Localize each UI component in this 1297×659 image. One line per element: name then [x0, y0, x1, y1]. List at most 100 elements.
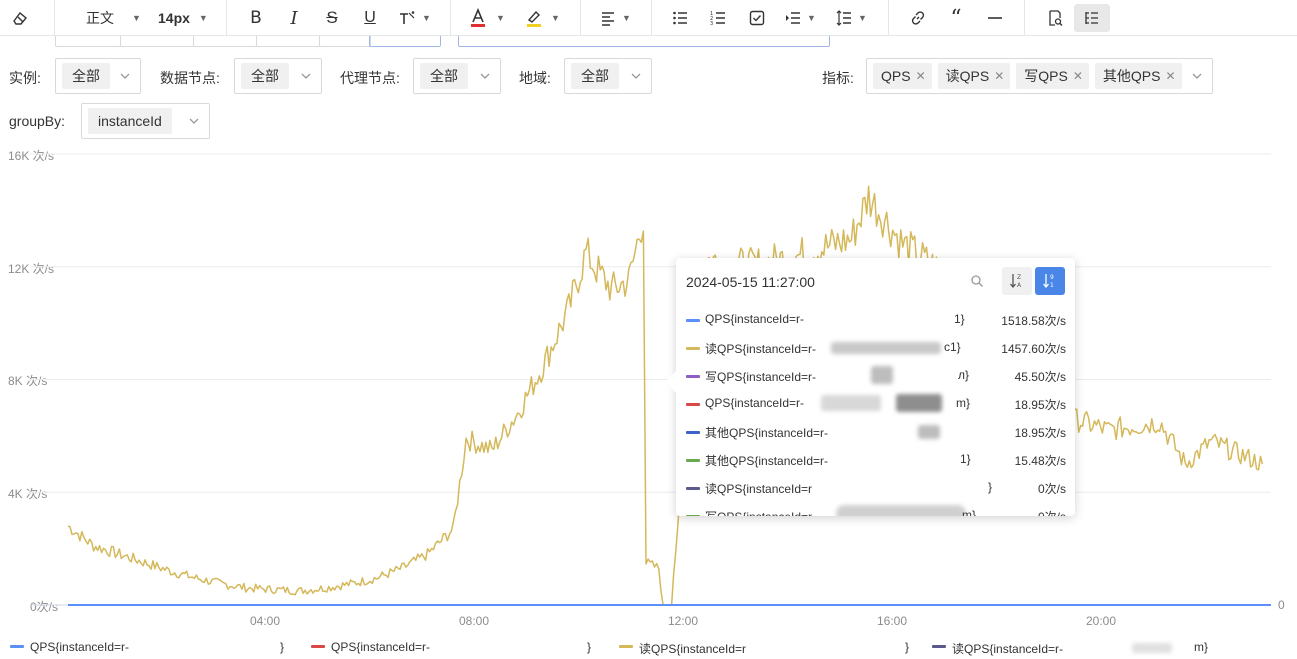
legend-label: QPS{instanceId=r-: [30, 640, 130, 654]
region-select[interactable]: 全部: [564, 58, 652, 94]
close-icon[interactable]: ✕: [916, 69, 926, 83]
series-line-0[interactable]: [67, 185, 1264, 606]
metric-tag-write-qps: 写QPS ✕: [1016, 63, 1089, 89]
link-icon[interactable]: [908, 4, 928, 32]
close-icon[interactable]: ✕: [1073, 69, 1083, 83]
legend-marker: [311, 645, 325, 648]
align-menu[interactable]: ▼: [600, 4, 631, 32]
tooltip-series-suffix: л}: [958, 368, 970, 382]
series-marker: [686, 403, 700, 406]
caret-down-icon: ▼: [198, 13, 208, 23]
tooltip-row: 读QPS{instanceId=r } 0次/s: [686, 474, 1066, 502]
legend-label: QPS{instanceId=r-: [331, 640, 431, 654]
tooltip-series-suffix: c1}: [944, 340, 961, 354]
region-select-value: 全部: [571, 63, 619, 89]
tooltip-row: 写QPS{instanceId=r- л} 45.50次/s: [686, 362, 1066, 390]
tag-label: 其他QPS: [1102, 68, 1161, 84]
sort-za-button[interactable]: ZA: [1002, 267, 1032, 295]
highlight-color-menu[interactable]: ▼: [525, 4, 560, 32]
tooltip-series-name: QPS{instanceId=r-: [705, 396, 805, 410]
metrics-multiselect[interactable]: QPS ✕ 读QPS ✕ 写QPS ✕ 其他QPS ✕: [866, 58, 1213, 94]
bullet-list-icon[interactable]: [670, 4, 690, 32]
search-icon[interactable]: [970, 274, 984, 288]
toolbar-divider: [888, 0, 889, 36]
paragraph-style-select[interactable]: 正文 ▼: [86, 4, 141, 32]
eraser-icon[interactable]: [6, 4, 34, 32]
tooltip-series-value: 1457.60次/s: [1001, 342, 1066, 356]
legend-label: 读QPS{instanceId=r: [639, 642, 747, 656]
close-icon[interactable]: ✕: [994, 69, 1004, 83]
caret-down-icon: ▼: [422, 13, 431, 23]
data-node-label: 数据节点:: [160, 70, 220, 86]
font-size-select[interactable]: 14px ▼: [158, 4, 208, 32]
group-by-select-value: instanceId: [88, 108, 172, 134]
toolbar-divider: [651, 0, 652, 36]
tooltip-series-name: QPS{instanceId=r-: [705, 312, 805, 326]
tag-label: 读QPS: [945, 68, 990, 84]
instance-select[interactable]: 全部: [55, 58, 141, 94]
underline-icon[interactable]: U: [359, 4, 381, 32]
strikethrough-icon[interactable]: S: [321, 4, 343, 32]
tooltip-series-value: 18.95次/s: [1014, 426, 1066, 440]
series-marker: [686, 375, 700, 378]
legend-suffix: }: [905, 640, 910, 654]
caret-down-icon: ▼: [622, 13, 631, 23]
proxy-node-select[interactable]: 全部: [413, 58, 501, 94]
svg-text:3: 3: [710, 21, 713, 26]
y-tick-label: 16K 次/s: [8, 149, 55, 163]
close-icon[interactable]: ✕: [1166, 69, 1176, 83]
tooltip-series-suffix: 1}: [954, 312, 965, 326]
chevron-down-icon: [631, 73, 641, 79]
tooltip-row: 其他QPS{instanceId=r- 18.95次/s: [686, 418, 1066, 446]
tooltip-row: 读QPS{instanceId=r- c1} 1457.60次/s: [686, 334, 1066, 362]
highlighter-icon: [527, 10, 541, 27]
metric-tag-read-qps: 读QPS ✕: [937, 63, 1011, 89]
sort-91-button[interactable]: 91: [1035, 267, 1065, 295]
redaction-blur: [821, 395, 881, 411]
caret-down-icon: ▼: [132, 13, 141, 23]
toolbar-divider: [1024, 0, 1025, 36]
redaction-blur: [1132, 643, 1172, 653]
checklist-icon[interactable]: [747, 4, 767, 32]
legend-item[interactable]: 读QPS{instanceId=r- m}: [932, 640, 1232, 656]
superscript-icon: [400, 11, 415, 24]
group-by-select[interactable]: instanceId: [81, 103, 210, 139]
legend-marker: [10, 645, 24, 648]
bold-icon[interactable]: 𝖡: [245, 4, 267, 32]
chevron-down-icon: [189, 118, 199, 124]
data-node-select[interactable]: 全部: [234, 58, 322, 94]
y-tick-label: 12K 次/s: [8, 262, 55, 276]
qps-line-chart[interactable]: [0, 0, 1297, 659]
legend-item[interactable]: QPS{instanceId=r- }: [10, 640, 300, 656]
x-tick-label: 08:00: [458, 614, 490, 628]
series-marker: [686, 487, 700, 490]
horizontal-rule-icon[interactable]: [985, 4, 1005, 32]
find-in-document-icon[interactable]: [1041, 4, 1069, 32]
legend-marker: [932, 645, 946, 648]
tooltip-series-value: 0次/s: [1037, 482, 1066, 496]
quote-icon[interactable]: “: [946, 4, 966, 32]
font-color-menu[interactable]: ▼: [470, 4, 505, 32]
redaction-blur: [918, 425, 940, 439]
tooltip-row: QPS{instanceId=r- m} 18.95次/s: [686, 390, 1066, 418]
tooltip-series-value: 0次/s: [1038, 508, 1066, 516]
italic-icon[interactable]: I: [283, 4, 305, 32]
tooltip-series-name: 其他QPS{instanceId=r-: [705, 426, 829, 440]
legend-item[interactable]: QPS{instanceId=r- }: [311, 640, 601, 656]
numbered-list-icon[interactable]: 123: [708, 4, 728, 32]
line-height-menu[interactable]: ▼: [836, 4, 867, 32]
x-tick-label: 20:00: [1085, 614, 1117, 628]
svg-text:Z: Z: [1017, 274, 1021, 281]
tooltip-series-name: 读QPS{instanceId=r-: [705, 342, 817, 356]
superscript-menu[interactable]: ▼: [398, 4, 431, 32]
chart-grid: [30, 153, 1271, 606]
indent-menu[interactable]: ▼: [785, 4, 816, 32]
tooltip-row: 写QPS{instanceId=r- m} 0次/s: [686, 502, 1066, 516]
data-node-select-value: 全部: [241, 63, 289, 89]
svg-text:A: A: [1017, 282, 1022, 289]
y-tick-label: 0次/s: [30, 600, 59, 614]
toolbar-divider: [450, 0, 451, 36]
legend-item[interactable]: 读QPS{instanceId=r }: [619, 640, 919, 656]
svg-text:1: 1: [1050, 282, 1054, 289]
outline-panel-icon[interactable]: [1074, 4, 1110, 32]
